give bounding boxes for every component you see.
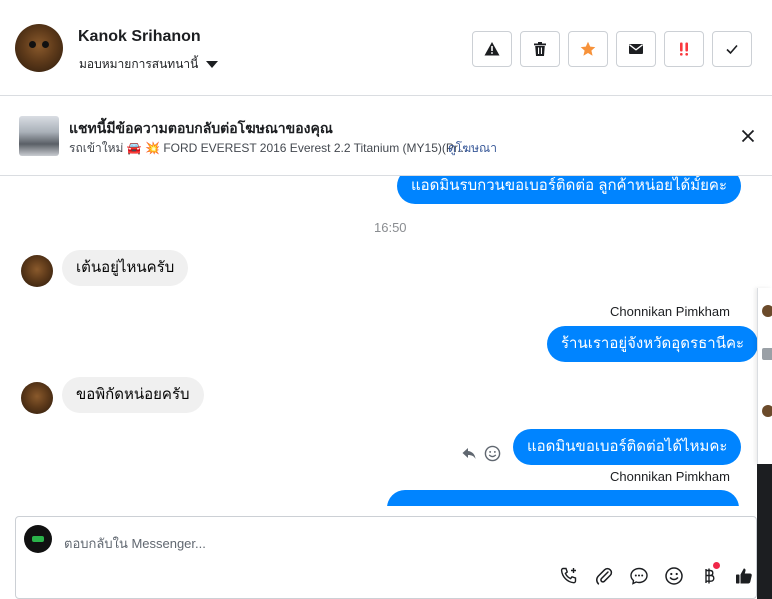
mark-spam-button[interactable] [472,31,512,67]
contact-avatar[interactable] [15,24,63,72]
contact-name[interactable]: Kanok Srihanon [78,28,201,46]
message-bubble-incoming[interactable]: เต้นอยู่ไหนครับ [62,250,189,286]
star-icon [580,41,596,56]
sender-name: Chonnikan Pimkham [610,304,730,319]
message-bubble-outgoing[interactable]: แอดมินรบกวนขอเบอร์ติดต่อ ลูกค้าหน่อยได้ม… [397,176,741,204]
side-panel-avatar [762,405,772,417]
thumbs-up-icon [736,568,752,584]
mark-done-button[interactable] [712,31,752,67]
message-bubble-incoming[interactable]: ขอพิกัดหน่อยครับ [62,377,204,413]
side-panel-dark-area [757,464,772,599]
contact-avatar-small[interactable] [21,382,53,414]
paperclip-icon [596,567,613,585]
composer-toolbar [558,562,755,587]
emoji-button[interactable] [663,565,685,587]
emoji-reaction-icon[interactable] [484,445,501,462]
saved-replies-button[interactable] [628,565,650,587]
message-bubble-outgoing[interactable]: ร้านเราอยู่จังหวัดอุดรธานีคะ [547,326,759,362]
ad-banner-title: แชทนี้มีข้อความตอบกลับต่อโฆษณาของคุณ [69,120,333,136]
side-panel-avatar [762,305,772,317]
assign-conversation-dropdown[interactable]: มอบหมายการสนทนานี้ [79,55,219,74]
chat-bubble-icon [630,567,648,585]
double-exclamation-icon [680,42,688,56]
mark-unread-button[interactable] [616,31,656,67]
trash-icon [534,42,546,56]
attach-file-button[interactable] [593,565,615,587]
close-icon[interactable] [738,126,758,146]
delete-button[interactable] [520,31,560,67]
checkmark-icon [726,44,738,55]
phone-plus-icon [560,567,577,584]
reply-input[interactable]: ตอบกลับใน Messenger... [64,533,206,554]
star-button[interactable] [568,31,608,67]
message-bubble-outgoing[interactable]: แอดมินขอเบอร์ติดต่อได้ไหมคะ [513,429,742,465]
smiley-icon [665,567,683,585]
like-button[interactable] [733,565,755,587]
side-panel-thumbnail [762,348,772,360]
timestamp: 16:50 [374,220,407,235]
sender-name: Chonnikan Pimkham [610,469,730,484]
assign-label: มอบหมายการสนทนานี้ [79,57,199,71]
message-bubble-outgoing[interactable] [387,490,739,506]
contact-avatar-small[interactable] [21,255,53,287]
warning-icon [484,42,500,56]
envelope-icon [629,44,643,54]
view-ad-link[interactable]: ดูโฆษณา [448,139,497,158]
ad-banner-subtitle: รถเข้าใหม่ 🚘 💥 FORD EVEREST 2016 Everest… [69,141,468,155]
payment-button[interactable] [698,562,720,587]
chevron-down-icon [206,61,219,68]
conversation-actions [472,31,752,67]
baht-icon [705,568,715,584]
reply-icon[interactable] [461,445,477,461]
follow-up-button[interactable] [664,31,704,67]
call-button[interactable] [558,565,580,587]
notification-dot [713,562,720,569]
message-thread[interactable]: แอดมินรบกวนขอเบอร์ติดต่อ ลูกค้าหน่อยได้ม… [0,176,772,506]
page-avatar [24,525,52,553]
ad-thumbnail[interactable] [19,116,59,156]
